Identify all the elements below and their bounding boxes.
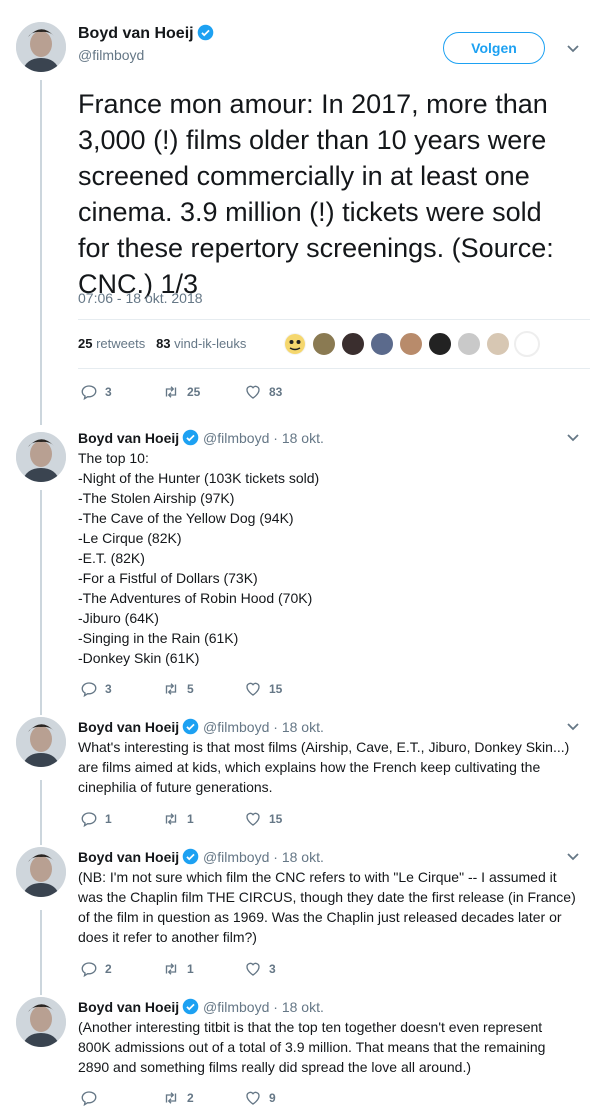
retweet-stat[interactable]: 25 retweets <box>78 336 145 351</box>
tweet-text: (Another interesting titbit is that the … <box>78 1019 546 1075</box>
author-handle[interactable]: @filmboyd <box>78 47 214 63</box>
retweet-action[interactable]: 1 <box>162 810 194 828</box>
avatar[interactable] <box>16 997 66 1047</box>
avatar[interactable] <box>16 847 66 897</box>
reply-header: Boyd van Hoeij @filmboyd · 18 okt. <box>78 429 324 446</box>
author-name[interactable]: Boyd van Hoeij <box>78 719 179 735</box>
like-action[interactable]: 15 <box>244 810 282 828</box>
like-action[interactable]: 15 <box>244 680 282 698</box>
heart-icon <box>246 1091 260 1105</box>
author-handle[interactable]: @filmboyd <box>203 430 269 446</box>
retweet-action[interactable]: 2 <box>162 1089 194 1107</box>
tweet-date[interactable]: · 18 okt. <box>273 849 324 865</box>
chevron-down-icon[interactable] <box>566 722 580 732</box>
chevron-down-icon[interactable] <box>566 852 580 862</box>
verified-badge-icon <box>182 848 199 865</box>
author-handle[interactable]: @filmboyd <box>203 719 269 735</box>
retweet-icon <box>165 813 177 825</box>
retweet-action[interactable]: 1 <box>162 960 194 978</box>
thread-line <box>40 780 42 845</box>
tweet-text: The top 10: -Night of the Hunter (103K ti… <box>78 450 320 666</box>
thread-line <box>40 490 42 715</box>
tweet-stats: 25 retweets 83 vind-ik-leuks <box>78 336 246 351</box>
retweet-icon <box>165 683 177 695</box>
liker-avatar[interactable] <box>456 331 482 357</box>
avatar[interactable] <box>16 717 66 767</box>
tweet-date[interactable]: · 18 okt. <box>273 430 324 446</box>
reply-action[interactable]: 3 <box>80 383 112 401</box>
like-stat[interactable]: 83 vind-ik-leuks <box>156 336 246 351</box>
reply-header: Boyd van Hoeij @filmboyd · 18 okt. <box>78 848 324 865</box>
heart-icon <box>246 385 260 399</box>
reply-icon <box>81 962 97 978</box>
retweet-action[interactable]: 25 <box>162 383 200 401</box>
verified-badge-icon <box>197 24 213 41</box>
divider <box>78 368 590 369</box>
heart-icon <box>246 962 260 976</box>
liker-avatar[interactable] <box>398 331 424 357</box>
reply-header: Boyd van Hoeij @filmboyd · 18 okt. <box>78 718 324 735</box>
thread-line <box>40 80 42 425</box>
divider <box>78 319 590 320</box>
liker-avatar[interactable] <box>282 331 308 357</box>
like-action[interactable]: 3 <box>244 960 276 978</box>
liker-avatar[interactable] <box>311 331 337 357</box>
reply-action[interactable]: 3 <box>80 680 112 698</box>
thread-line <box>40 910 42 995</box>
tweet-text: (NB: I'm not sure which film the CNC ref… <box>78 869 576 945</box>
verified-badge-icon <box>182 718 199 735</box>
reply-icon <box>81 682 97 698</box>
retweet-icon <box>165 963 177 975</box>
liker-avatar[interactable] <box>485 331 511 357</box>
tweet-text: What's interesting is that most films (A… <box>78 739 570 795</box>
reply-icon <box>81 1091 97 1107</box>
liker-avatar[interactable] <box>427 331 453 357</box>
tweet-date[interactable]: · 18 okt. <box>273 999 324 1015</box>
reply-action[interactable] <box>80 1089 105 1107</box>
chevron-down-icon[interactable] <box>566 44 580 54</box>
tweet-text: France mon amour: In 2017, more than 3,0… <box>78 89 554 299</box>
reply-icon <box>81 385 97 401</box>
author-name[interactable]: Boyd van Hoeij <box>78 999 179 1015</box>
verified-badge-icon <box>182 429 199 446</box>
tweet-date[interactable]: · 18 okt. <box>273 719 324 735</box>
author-name[interactable]: Boyd van Hoeij <box>78 25 194 42</box>
avatar[interactable] <box>16 432 66 482</box>
reply-action[interactable]: 1 <box>80 810 112 828</box>
like-action[interactable]: 83 <box>244 383 282 401</box>
author-name[interactable]: Boyd van Hoeij <box>78 430 179 446</box>
reply-icon <box>81 812 97 828</box>
author-name[interactable]: Boyd van Hoeij <box>78 849 179 865</box>
liker-avatar[interactable] <box>340 331 366 357</box>
tweet-timestamp[interactable]: 07:06 - 18 okt. 2018 <box>78 290 203 306</box>
avatar[interactable] <box>16 22 66 72</box>
heart-icon <box>246 682 260 696</box>
author-handle[interactable]: @filmboyd <box>203 999 269 1015</box>
verified-badge-icon <box>182 998 199 1015</box>
reply-action[interactable]: 2 <box>80 960 112 978</box>
retweet-icon <box>165 1092 177 1104</box>
chevron-down-icon[interactable] <box>566 433 580 443</box>
author-handle[interactable]: @filmboyd <box>203 849 269 865</box>
reply-header: Boyd van Hoeij @filmboyd · 18 okt. <box>78 998 324 1015</box>
retweet-icon <box>165 386 177 398</box>
like-action[interactable]: 9 <box>244 1089 276 1107</box>
liker-avatar[interactable] <box>369 331 395 357</box>
heart-icon <box>246 812 260 826</box>
follow-button[interactable]: Volgen <box>443 32 545 64</box>
liker-avatar[interactable] <box>514 331 540 357</box>
tweet-header: Boyd van Hoeij @filmboyd <box>78 24 214 63</box>
retweet-action[interactable]: 5 <box>162 680 194 698</box>
